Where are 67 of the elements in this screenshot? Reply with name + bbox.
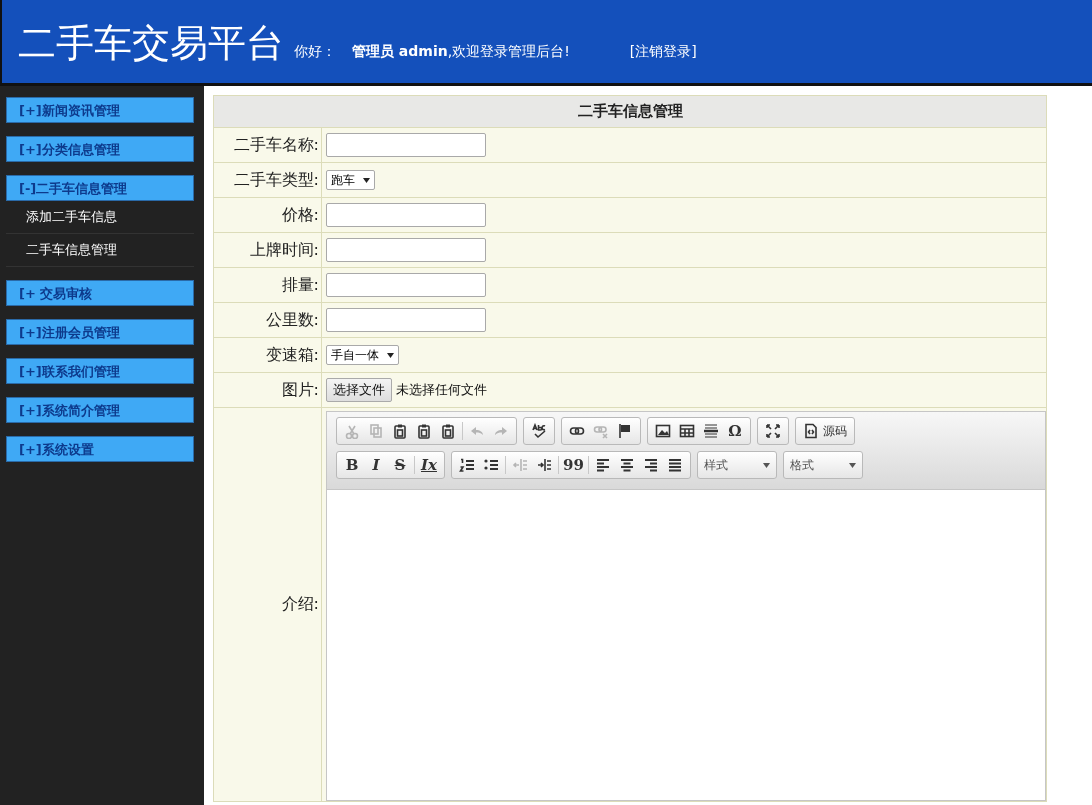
bulleted-list-icon — [483, 457, 499, 473]
text-input-field[interactable] — [326, 133, 486, 157]
image-icon — [655, 423, 671, 439]
sidebar-menu-item[interactable]: [+]注册会员管理 — [6, 319, 194, 345]
maximize-icon — [765, 423, 781, 439]
align-left-icon — [594, 457, 611, 473]
sidebar-submenu-item[interactable]: 添加二手车信息 — [6, 201, 194, 234]
dropdown-select[interactable]: 跑车 — [326, 170, 375, 191]
horizontal-line-icon — [703, 423, 719, 439]
format-button[interactable]: Ω — [723, 419, 747, 443]
field-label: 变速箱: — [213, 337, 322, 373]
form-title: 二手车信息管理 — [213, 95, 1047, 128]
field-label: 排量: — [213, 267, 322, 303]
outdent-icon — [512, 457, 528, 473]
sidebar-menu-item[interactable]: [+]分类信息管理 — [6, 136, 194, 162]
align-right-icon — [642, 457, 659, 473]
indent-icon — [536, 457, 552, 473]
caret-icon — [363, 177, 370, 183]
numbered-list-icon — [459, 457, 475, 473]
sidebar-menu-item[interactable]: [-]二手车信息管理 — [6, 175, 194, 201]
logout-link[interactable]: [注销登录] — [629, 43, 697, 61]
field-label: 图片: — [213, 372, 322, 408]
field-label: 二手车类型: — [213, 162, 322, 198]
sidebar-menu-item[interactable]: [+]新闻资讯管理 — [6, 97, 194, 123]
justify-icon — [666, 457, 683, 473]
caret-icon — [848, 462, 856, 468]
spellcheck-icon — [531, 423, 547, 439]
welcome-text: 管理员 admin,欢迎登录管理后台! — [352, 43, 570, 61]
text-input-field[interactable] — [326, 203, 486, 227]
style-dropdown[interactable]: 格式 — [783, 453, 862, 477]
site-title: 二手车交易平台 — [18, 23, 284, 63]
clipboard-icon — [440, 423, 456, 439]
format-button[interactable]: 99 — [561, 453, 586, 477]
text-input-field[interactable] — [326, 273, 486, 297]
field-label: 上牌时间: — [213, 232, 322, 268]
clipboard-icon — [416, 423, 432, 439]
format-button[interactable]: S — [388, 453, 412, 477]
field-label: 价格: — [213, 197, 322, 233]
format-button[interactable]: Ix — [417, 453, 441, 477]
field-label: 二手车名称: — [213, 127, 322, 163]
choose-file-button[interactable]: 选择文件 — [326, 378, 392, 402]
scissors-icon — [344, 423, 360, 439]
text-input-field[interactable] — [326, 238, 486, 262]
field-label: 公里数: — [213, 302, 322, 338]
clipboard-icon — [392, 423, 408, 439]
document-icon — [803, 423, 819, 439]
flag-icon — [617, 423, 633, 439]
caret-icon — [762, 462, 770, 468]
table-icon — [679, 423, 695, 439]
style-dropdown[interactable]: 样式 — [697, 453, 776, 477]
sidebar-menu-item[interactable]: [+ 交易审核 — [6, 280, 194, 306]
dropdown-select[interactable]: 手自一体 — [326, 345, 399, 366]
format-button[interactable]: I — [364, 453, 388, 477]
format-button[interactable]: B — [340, 453, 364, 477]
caret-icon — [387, 352, 394, 358]
source-button[interactable]: 源码 — [799, 419, 851, 443]
align-center-icon — [618, 457, 635, 473]
sidebar-submenu-item[interactable]: 二手车信息管理 — [6, 234, 194, 267]
sidebar-menu-item[interactable]: [+]系统设置 — [6, 436, 194, 462]
file-status-text: 未选择任何文件 — [396, 382, 487, 397]
sidebar-menu-item[interactable]: [+]联系我们管理 — [6, 358, 194, 384]
copy-icon — [368, 423, 384, 439]
field-label: 介绍: — [213, 407, 322, 802]
greeting-text: 你好： — [294, 43, 336, 61]
text-input-field[interactable] — [326, 308, 486, 332]
sidebar-menu-item[interactable]: [+]系统简介管理 — [6, 397, 194, 423]
unlink-icon — [593, 423, 609, 439]
